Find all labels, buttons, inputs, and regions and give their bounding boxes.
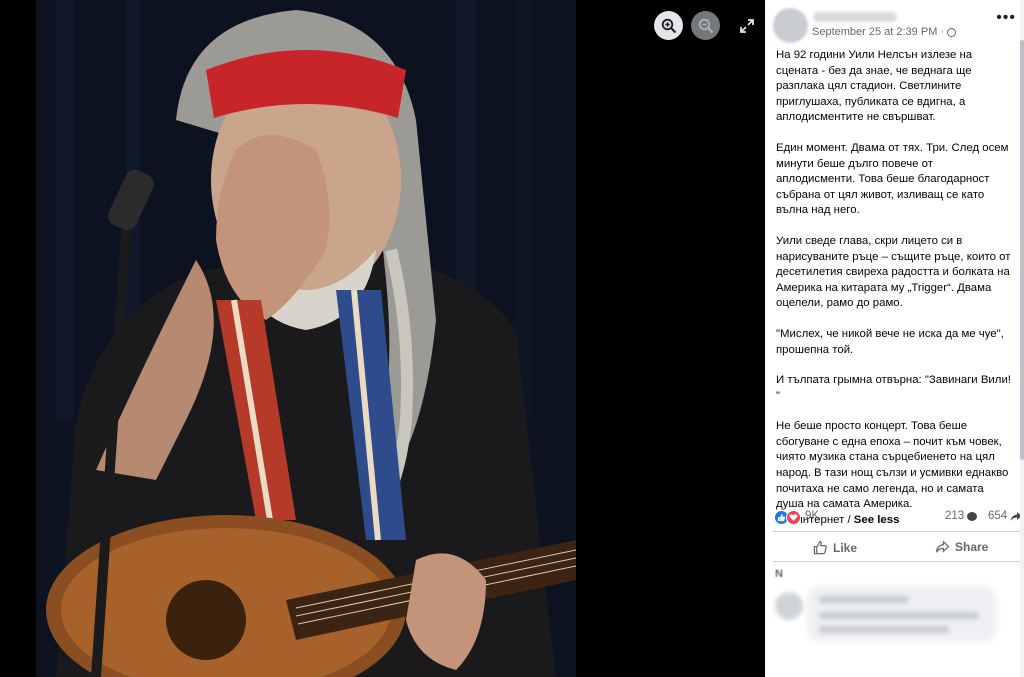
photo-viewer: September 25 at 2:39 PM · ••• На 92 годи… bbox=[0, 0, 1024, 677]
photo-controls bbox=[654, 11, 761, 40]
musician-photo-illustration bbox=[36, 0, 576, 677]
author-avatar[interactable] bbox=[773, 8, 808, 43]
reaction-icons[interactable] bbox=[774, 510, 801, 525]
magnifier-plus-icon bbox=[661, 18, 676, 33]
reactions-bar: 9K 213 654 bbox=[774, 509, 1024, 525]
zoom-in-button[interactable] bbox=[654, 11, 683, 40]
more-options-button[interactable]: ••• bbox=[996, 10, 1016, 26]
love-reaction-icon bbox=[786, 510, 801, 525]
post-timestamp[interactable]: September 25 at 2:39 PM bbox=[812, 26, 937, 38]
thumbs-up-icon bbox=[813, 540, 827, 555]
comments-count: 213 bbox=[945, 510, 965, 522]
scrollbar-thumb[interactable] bbox=[1020, 40, 1024, 460]
post-actions: Like Share bbox=[773, 533, 1024, 561]
share-button[interactable]: Share bbox=[935, 540, 988, 554]
expand-arrows-icon bbox=[739, 18, 754, 33]
like-button[interactable]: Like bbox=[813, 540, 857, 555]
post-paragraph: На 92 години Уили Нелсън излезе на сцена… bbox=[776, 49, 973, 124]
shares-count-wrap[interactable]: 654 bbox=[988, 510, 1022, 522]
post-text: На 92 години Уили Нелсън излезе на сцена… bbox=[765, 48, 1024, 528]
divider bbox=[773, 531, 1024, 532]
photo-area bbox=[0, 0, 765, 677]
like-label: Like bbox=[833, 540, 858, 555]
share-icon bbox=[935, 540, 950, 553]
comments-sort-label[interactable]: N bbox=[775, 568, 783, 580]
blurred-text-line bbox=[819, 596, 909, 603]
post-last-paragraph-text: Не беше просто концерт. Това беше сбогув… bbox=[776, 420, 1009, 511]
commenter-avatar-blurred bbox=[775, 592, 803, 620]
magnifier-minus-icon bbox=[698, 18, 713, 33]
globe-icon bbox=[947, 27, 957, 37]
post-paragraph: Уили сведе глава, скри лицето си в нарис… bbox=[776, 234, 1011, 310]
post-header: September 25 at 2:39 PM · ••• bbox=[765, 0, 1024, 48]
reactions-count[interactable]: 9K bbox=[805, 510, 819, 522]
timestamp-row: September 25 at 2:39 PM · bbox=[812, 26, 957, 38]
post-paragraph: Един момент. Двама от тях. Три. След осе… bbox=[776, 141, 1009, 217]
comments-count-wrap[interactable]: 213 bbox=[945, 510, 978, 522]
blurred-text-line bbox=[819, 626, 949, 633]
panel-scrollbar[interactable] bbox=[1020, 0, 1024, 677]
comment-bubble-icon bbox=[967, 511, 978, 521]
post-panel: September 25 at 2:39 PM · ••• На 92 годи… bbox=[765, 0, 1024, 677]
shares-count: 654 bbox=[988, 510, 1008, 522]
share-label: Share bbox=[955, 540, 989, 554]
comments-area: N bbox=[765, 562, 1024, 677]
post-paragraph: И тълпата грымна отвърна: "Завинаги Вили… bbox=[776, 374, 1011, 402]
expand-button[interactable] bbox=[732, 11, 761, 40]
timestamp-separator: · bbox=[940, 26, 945, 38]
post-photo[interactable] bbox=[36, 0, 576, 677]
post-paragraph: "Мислех, че никой вече не иска да ме чуе… bbox=[776, 327, 1004, 356]
author-name-redacted[interactable] bbox=[813, 12, 897, 22]
zoom-out-button[interactable] bbox=[691, 11, 720, 40]
blurred-text-line bbox=[819, 612, 979, 619]
